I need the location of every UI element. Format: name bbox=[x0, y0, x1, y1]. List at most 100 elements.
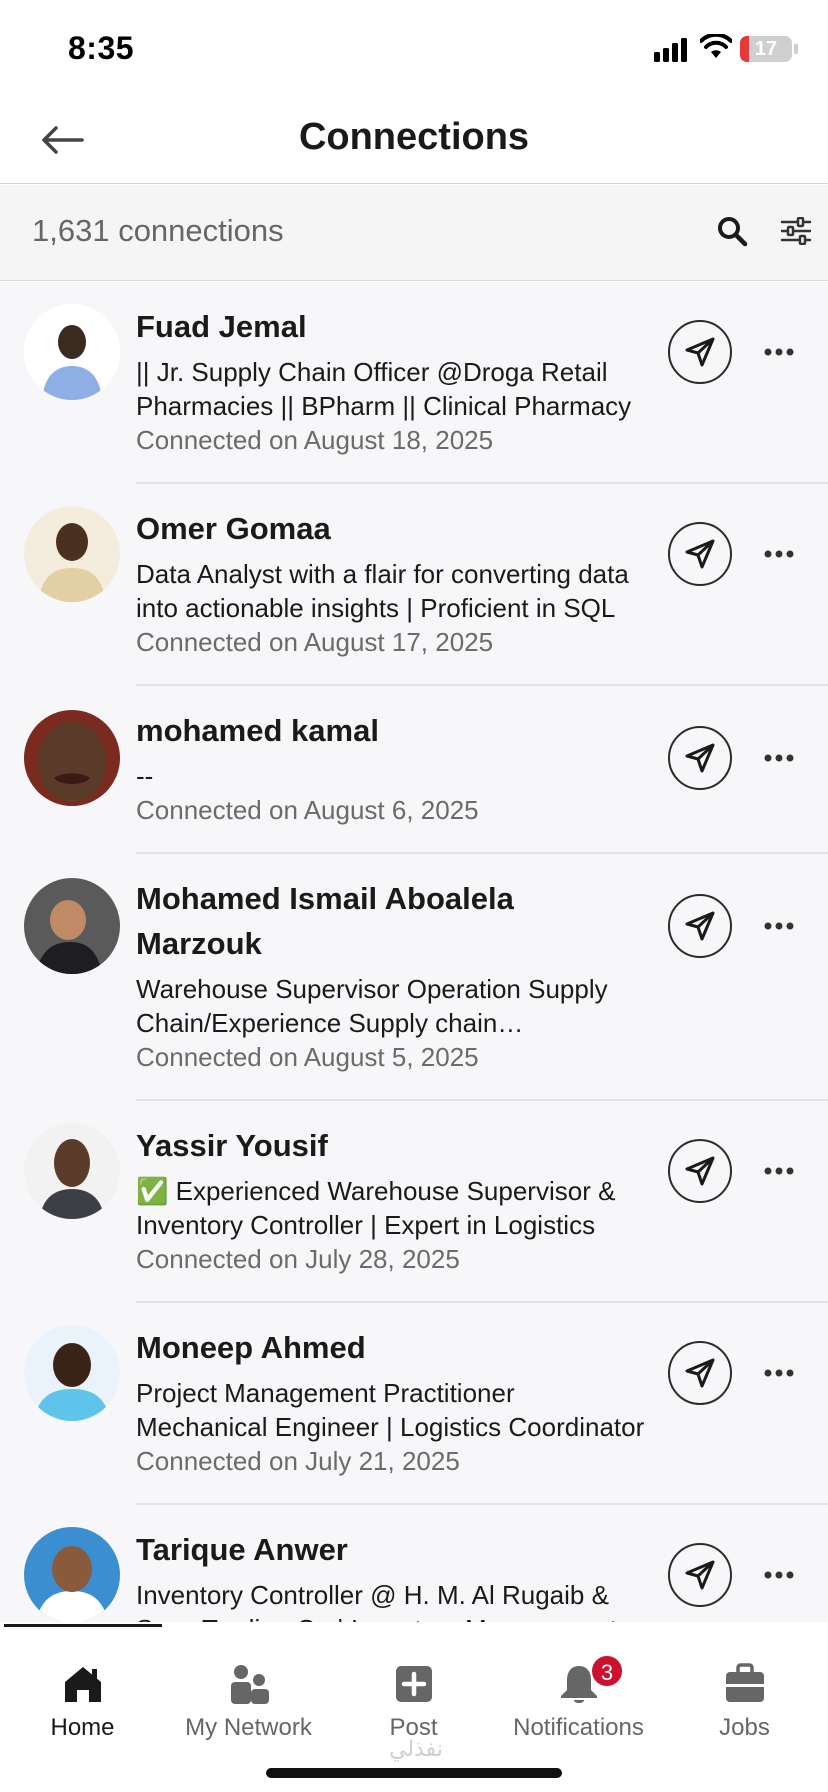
more-options-button[interactable] bbox=[756, 906, 802, 946]
tab-label: My Network bbox=[185, 1714, 312, 1741]
avatar[interactable] bbox=[24, 710, 120, 806]
send-icon bbox=[685, 1358, 715, 1388]
connection-info: Omer Gomaa Data Analyst with a flair for… bbox=[136, 506, 646, 659]
message-button[interactable] bbox=[668, 894, 732, 958]
message-button[interactable] bbox=[668, 1341, 732, 1405]
more-options-button[interactable] bbox=[756, 1151, 802, 1191]
avatar[interactable] bbox=[24, 1527, 120, 1623]
connection-info: Tarique Anwer Inventory Controller @ H. … bbox=[136, 1527, 646, 1628]
tab-label: Jobs bbox=[719, 1714, 770, 1741]
status-bar: 8:35 17 bbox=[0, 0, 828, 96]
header: Connections bbox=[0, 96, 828, 184]
connection-info: Fuad Jemal || Jr. Supply Chain Officer @… bbox=[136, 304, 646, 457]
avatar[interactable] bbox=[24, 304, 120, 400]
search-button[interactable] bbox=[712, 211, 752, 251]
connection-info: Yassir Yousif ✅ Experienced Warehouse Su… bbox=[136, 1123, 646, 1276]
home-indicator[interactable] bbox=[266, 1768, 562, 1778]
avatar[interactable] bbox=[24, 878, 120, 974]
connection-info: Moneep Ahmed Project Management Practiti… bbox=[136, 1325, 646, 1478]
list-item[interactable]: Yassir Yousif ✅ Experienced Warehouse Su… bbox=[0, 1101, 828, 1303]
sliders-icon bbox=[781, 217, 811, 245]
ellipsis-icon bbox=[764, 550, 794, 558]
connection-date: Connected on August 6, 2025 bbox=[136, 795, 479, 825]
connections-list[interactable]: Fuad Jemal || Jr. Supply Chain Officer @… bbox=[0, 282, 828, 1628]
message-button[interactable] bbox=[668, 1543, 732, 1607]
connection-headline: Inventory Controller @ H. M. Al Rugaib &… bbox=[136, 1580, 617, 1628]
list-item[interactable]: Tarique Anwer Inventory Controller @ H. … bbox=[0, 1505, 828, 1628]
connection-headline: -- bbox=[136, 761, 154, 791]
profile-photo-icon bbox=[24, 878, 120, 974]
ellipsis-icon bbox=[764, 1571, 794, 1579]
ellipsis-icon bbox=[764, 1369, 794, 1377]
connection-name[interactable]: Tarique Anwer bbox=[136, 1527, 646, 1572]
message-button[interactable] bbox=[668, 320, 732, 384]
tab-jobs[interactable]: Jobs bbox=[662, 1636, 827, 1741]
bottom-tab-bar: Home My Network Post Notifications 3 Job… bbox=[0, 1622, 828, 1792]
connection-name[interactable]: Omer Gomaa bbox=[136, 506, 646, 551]
message-button[interactable] bbox=[668, 726, 732, 790]
connection-date: Connected on August 18, 2025 bbox=[136, 425, 494, 455]
connection-date: Connected on July 28, 2025 bbox=[136, 1244, 460, 1274]
status-time: 8:35 bbox=[68, 30, 135, 66]
connection-headline: || Jr. Supply Chain Officer @Droga Retai… bbox=[136, 357, 632, 421]
connection-name[interactable]: Fuad Jemal bbox=[136, 304, 646, 349]
more-options-button[interactable] bbox=[756, 738, 802, 778]
tab-my-network[interactable]: My Network bbox=[166, 1636, 331, 1741]
briefcase-icon bbox=[725, 1663, 764, 1702]
connection-date: Connected on July 21, 2025 bbox=[136, 1446, 460, 1476]
connection-name[interactable]: Mohamed Ismail Aboalela Marzouk bbox=[136, 876, 646, 966]
tab-label: Notifications bbox=[513, 1714, 644, 1741]
filter-button[interactable] bbox=[776, 211, 816, 251]
notification-badge: 3 bbox=[590, 1654, 624, 1688]
list-item[interactable]: Mohamed Ismail Aboalela Marzouk Warehous… bbox=[0, 854, 828, 1101]
connection-name[interactable]: Moneep Ahmed bbox=[136, 1325, 646, 1370]
post-plus-icon bbox=[395, 1666, 432, 1702]
connection-headline: Warehouse Supervisor Operation Supply Ch… bbox=[136, 974, 608, 1038]
more-options-button[interactable] bbox=[756, 332, 802, 372]
tab-post[interactable]: Post bbox=[331, 1636, 496, 1741]
connection-date: Connected on August 5, 2025 bbox=[136, 1042, 479, 1072]
ellipsis-icon bbox=[764, 922, 794, 930]
battery-tip bbox=[794, 44, 798, 54]
tab-notifications[interactable]: Notifications 3 bbox=[496, 1636, 661, 1741]
more-options-button[interactable] bbox=[756, 1353, 802, 1393]
connection-name[interactable]: Yassir Yousif bbox=[136, 1123, 646, 1168]
active-tab-indicator bbox=[4, 1624, 162, 1627]
connection-info: Mohamed Ismail Aboalela Marzouk Warehous… bbox=[136, 876, 646, 1074]
avatar[interactable] bbox=[24, 506, 120, 602]
list-item[interactable]: Moneep Ahmed Project Management Practiti… bbox=[0, 1303, 828, 1505]
back-button[interactable] bbox=[36, 116, 88, 164]
list-item[interactable]: Omer Gomaa Data Analyst with a flair for… bbox=[0, 484, 828, 686]
battery-icon: 17 bbox=[740, 36, 792, 62]
more-options-button[interactable] bbox=[756, 1555, 802, 1595]
connection-headline: ✅ Experienced Warehouse Supervisor & Inv… bbox=[136, 1176, 616, 1240]
network-icon bbox=[230, 1665, 269, 1704]
ellipsis-icon bbox=[764, 754, 794, 762]
profile-photo-icon bbox=[24, 710, 120, 806]
battery-level: 17 bbox=[754, 38, 778, 60]
search-icon bbox=[718, 217, 748, 247]
message-button[interactable] bbox=[668, 522, 732, 586]
send-icon bbox=[685, 1156, 715, 1186]
tab-home[interactable]: Home bbox=[0, 1636, 165, 1741]
ellipsis-icon bbox=[764, 1167, 794, 1175]
message-button[interactable] bbox=[668, 1139, 732, 1203]
avatar[interactable] bbox=[24, 1123, 120, 1219]
connection-headline: Data Analyst with a flair for converting… bbox=[136, 559, 629, 623]
ellipsis-icon bbox=[764, 348, 794, 356]
profile-photo-icon bbox=[24, 1123, 120, 1219]
connection-name[interactable]: mohamed kamal bbox=[136, 708, 646, 753]
connection-headline: Project Management Practitioner Mechanic… bbox=[136, 1378, 645, 1442]
send-icon bbox=[685, 1560, 715, 1590]
avatar[interactable] bbox=[24, 1325, 120, 1421]
more-options-button[interactable] bbox=[756, 534, 802, 574]
tab-label: Home bbox=[50, 1714, 115, 1741]
watermark: نفذلي bbox=[389, 1736, 443, 1761]
arrow-left-icon bbox=[42, 126, 84, 154]
list-item[interactable]: mohamed kamal -- Connected on August 6, … bbox=[0, 686, 828, 854]
send-icon bbox=[685, 911, 715, 941]
profile-photo-icon bbox=[24, 304, 120, 400]
page-title: Connections bbox=[298, 116, 530, 158]
list-item[interactable]: Fuad Jemal || Jr. Supply Chain Officer @… bbox=[0, 282, 828, 484]
profile-photo-icon bbox=[24, 506, 120, 602]
